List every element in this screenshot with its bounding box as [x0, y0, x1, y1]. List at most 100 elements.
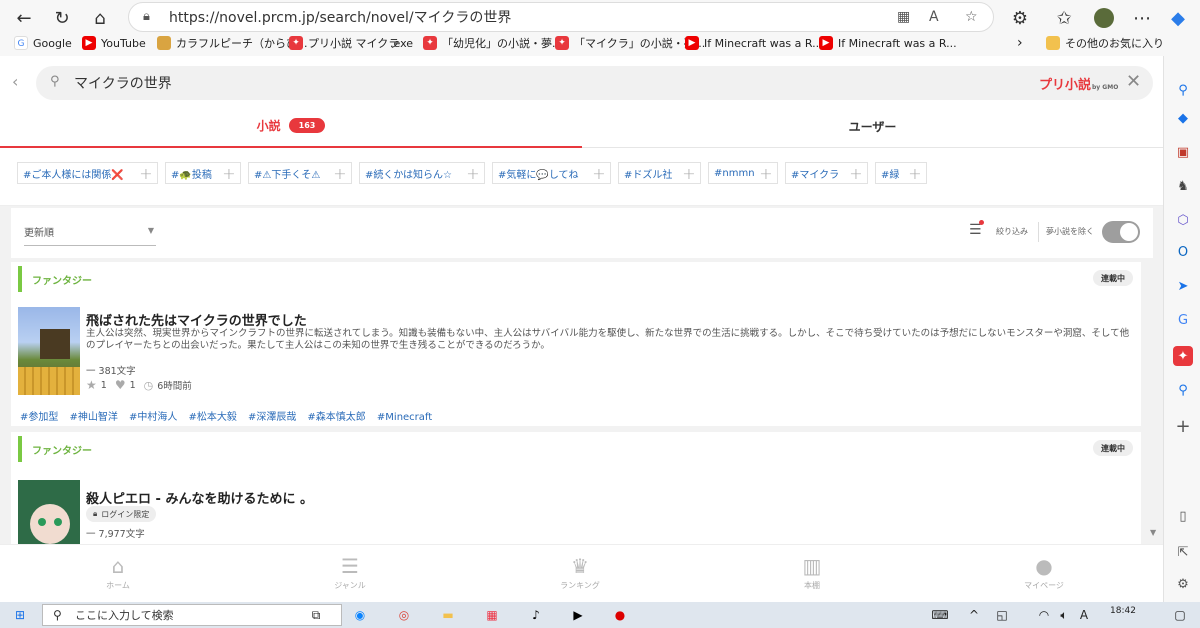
sort-select[interactable]: 更新順 ▼ [24, 218, 156, 246]
tab-users[interactable]: ユーザー [582, 104, 1163, 148]
wifi-icon[interactable]: ◠ [1034, 606, 1054, 624]
exclude-dream-toggle[interactable] [1102, 221, 1140, 243]
plus-icon[interactable]: + [678, 163, 700, 183]
tab-novels[interactable]: 小説 163 [0, 104, 582, 148]
back-icon[interactable]: ← [10, 4, 38, 32]
tray-chevron-icon[interactable]: ^ [964, 606, 984, 624]
address-bar[interactable]: 🔒︎ https://novel.prcm.jp/search/novel/マイ… [128, 2, 994, 32]
favorite-star-icon[interactable]: ☆ [965, 9, 978, 25]
games-icon[interactable]: ♞ [1173, 176, 1193, 196]
favorites-icon[interactable]: ✩ [1050, 4, 1078, 32]
nav-mypage[interactable]: ● マイページ [1004, 549, 1084, 597]
nav-ranking[interactable]: ♛ ランキング [540, 549, 620, 597]
add-icon[interactable]: + [1173, 416, 1193, 437]
nav-home[interactable]: ⌂ ホーム [78, 549, 158, 597]
bookmark-item[interactable]: G Google [14, 34, 72, 52]
filter-sliders-icon[interactable]: ☰ [969, 220, 984, 238]
bookmark-item[interactable]: ▶ YouTube [82, 34, 146, 52]
plus-icon[interactable]: + [845, 163, 867, 183]
bookmark-item[interactable]: カラフルピーチ（からぴ... [157, 34, 308, 52]
plus-icon[interactable]: + [588, 163, 610, 183]
task-view-icon[interactable]: ⧉ [306, 606, 326, 624]
app-grid-icon[interactable]: ▦ [897, 9, 910, 25]
bookmark-item[interactable]: ▶ If Minecraft was a R... [819, 34, 957, 52]
other-bookmarks[interactable]: その他のお気に入り [1046, 34, 1164, 52]
tag-chip[interactable]: #マイクラ + [785, 162, 868, 184]
tag-chip[interactable]: #nmmn + [708, 162, 778, 184]
novel-card[interactable]: ファンタジー 連載中 殺人ピエロ - みんなを助けるために 。 🔒︎ ログイン限定… [11, 432, 1141, 568]
ime-indicator[interactable]: A [1074, 606, 1094, 624]
bookmark-item[interactable]: .exe [390, 34, 413, 52]
taskbar-search-input[interactable]: ⚲ ここに入力して検索 [42, 604, 342, 626]
hashtag-link[interactable]: #中村海人 [129, 412, 177, 423]
plus-icon[interactable]: + [462, 163, 484, 183]
tag-chip[interactable]: #ご本人様には関係❌ + [17, 162, 158, 184]
notification-icon[interactable]: ▢ [1170, 606, 1190, 624]
send-icon[interactable]: ➤ [1173, 276, 1193, 296]
file-explorer-icon[interactable]: ▬ [438, 606, 458, 624]
profile-avatar[interactable] [1090, 4, 1118, 32]
plus-icon[interactable]: + [904, 163, 926, 183]
scroll-down-arrow-icon[interactable]: ▼ [1150, 528, 1156, 537]
windows-start-icon[interactable]: ⊞ [10, 606, 30, 624]
tag-chip[interactable]: #続くかは知らん☆ + [359, 162, 485, 184]
novel-thumbnail[interactable] [18, 307, 80, 395]
volume-icon[interactable]: 🔈︎ [1054, 606, 1074, 624]
external-link-icon[interactable]: ⇱ [1173, 542, 1193, 562]
media-player-icon[interactable]: ▶ [568, 606, 588, 624]
close-icon[interactable]: ✕ [1126, 71, 1141, 92]
edge-icon[interactable]: ◉ [350, 606, 370, 624]
tools-icon[interactable]: ▣ [1173, 142, 1193, 162]
read-aloud-icon[interactable]: A [929, 9, 939, 25]
bookmark-item[interactable]: ▶ If Minecraft was a R... [685, 34, 823, 52]
home-browser-icon[interactable]: ⌂ [86, 4, 114, 32]
refine-label[interactable]: 絞り込み [996, 226, 1028, 237]
site-logo[interactable]: プリ小説by GMO [1039, 74, 1118, 93]
hashtag-link[interactable]: #Minecraft [377, 412, 432, 423]
nav-bookshelf[interactable]: ▥ 本棚 [772, 549, 852, 597]
keyboard-icon[interactable]: ⌨ [930, 606, 950, 624]
hashtag-link[interactable]: #深澤辰哉 [248, 412, 296, 423]
nav-genre[interactable]: ☰ ジャンル [310, 549, 390, 597]
plus-icon[interactable]: + [755, 163, 777, 183]
bookmark-item[interactable]: ✦ 「マイクラ」の小説・夢... [555, 34, 705, 52]
tag-chip[interactable]: #気軽に💬してね + [492, 162, 611, 184]
copilot-icon[interactable]: ◆ [1164, 4, 1192, 32]
refresh-icon[interactable]: ↻ [48, 4, 76, 32]
bookmark-item[interactable]: ✦ プリ小説 マイクラ [289, 34, 399, 52]
tag-chip[interactable]: #⚠下手くそ⚠ + [248, 162, 352, 184]
bookmarks-more-chevron-icon[interactable]: › [1017, 34, 1023, 52]
settings-gear-icon[interactable]: ⚙ [1173, 574, 1193, 594]
more-menu-icon[interactable]: ⋯ [1128, 4, 1156, 32]
chrome-icon[interactable]: ◎ [394, 606, 414, 624]
tag-chip[interactable]: #緑 + [875, 162, 927, 184]
store-icon[interactable]: ▦ [482, 606, 502, 624]
hashtag-link[interactable]: #松本大毅 [188, 412, 236, 423]
plus-icon[interactable]: + [329, 163, 351, 183]
record-icon[interactable]: ● [610, 606, 630, 624]
novel-title[interactable]: 飛ばされた先はマイクラの世界でした [86, 310, 307, 329]
hashtag-link[interactable]: #参加型 [20, 412, 58, 423]
extensions-icon[interactable]: ⚙ [1006, 4, 1034, 32]
search-icon[interactable]: ⚲ [1173, 80, 1193, 100]
bing-search-icon[interactable]: ⚲ [1173, 380, 1193, 400]
tag-chip[interactable]: #🐢投稿 + [165, 162, 241, 184]
hashtag-link[interactable]: #森本慎太郎 [307, 412, 365, 423]
network-icon[interactable]: ◱ [992, 606, 1012, 624]
clock-time[interactable]: 18:42 [1110, 606, 1136, 616]
bookmark-item[interactable]: ✦ 「幼児化」の小説・夢... [423, 34, 563, 52]
novel-card[interactable]: ファンタジー 連載中 飛ばされた先はマイクラの世界でした 主人公は突然、現実世界… [11, 262, 1141, 426]
back-chevron-icon[interactable]: ‹ [12, 72, 18, 91]
search-input[interactable]: ⚲ マイクラの世界 プリ小説by GMO ✕ [36, 66, 1153, 100]
hashtag-link[interactable]: #神山智洋 [69, 412, 117, 423]
novel-title[interactable]: 殺人ピエロ - みんなを助けるために 。 [86, 488, 313, 507]
prcm-icon[interactable]: ✦ [1173, 346, 1193, 366]
tag-chip[interactable]: #ドズル社 + [618, 162, 701, 184]
google-icon[interactable]: G [1173, 310, 1193, 330]
outlook-icon[interactable]: O [1173, 242, 1193, 262]
shopping-tag-icon[interactable]: ◆ [1173, 108, 1193, 128]
split-screen-icon[interactable]: ▯ [1173, 506, 1193, 526]
plus-icon[interactable]: + [135, 163, 157, 183]
copilot-sidebar-icon[interactable]: ⬡ [1173, 210, 1193, 230]
tiktok-icon[interactable]: ♪ [526, 606, 546, 624]
